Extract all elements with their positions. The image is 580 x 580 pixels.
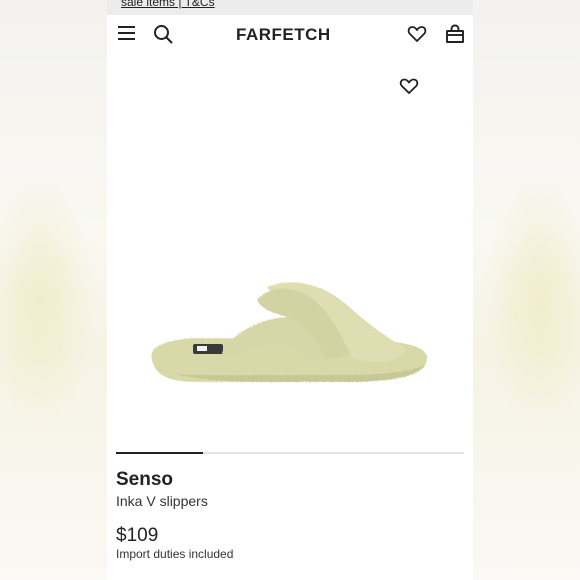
import-duties-note: Import duties included: [116, 547, 234, 561]
heart-icon[interactable]: [407, 24, 427, 44]
product-name: Inka V slippers: [116, 493, 208, 509]
carousel-active-indicator: [116, 452, 203, 454]
farfetch-logo[interactable]: FARFETCH: [236, 25, 331, 45]
slipper-image: [151, 282, 428, 382]
promo-link[interactable]: sale items | T&Cs: [121, 0, 215, 9]
shopping-bag-icon[interactable]: [445, 24, 465, 44]
image-carousel-indicator: [116, 452, 464, 454]
search-icon[interactable]: [153, 24, 173, 44]
product-brand[interactable]: Senso: [116, 469, 173, 491]
hamburger-menu-icon[interactable]: [118, 25, 135, 41]
mobile-page: sale items | T&Cs FARFETCH Senso Inka V …: [107, 0, 473, 580]
site-header: FARFETCH: [107, 15, 473, 55]
product-price: $109: [116, 525, 159, 546]
product-image[interactable]: [107, 55, 473, 445]
promo-banner: sale items | T&Cs: [107, 0, 473, 15]
